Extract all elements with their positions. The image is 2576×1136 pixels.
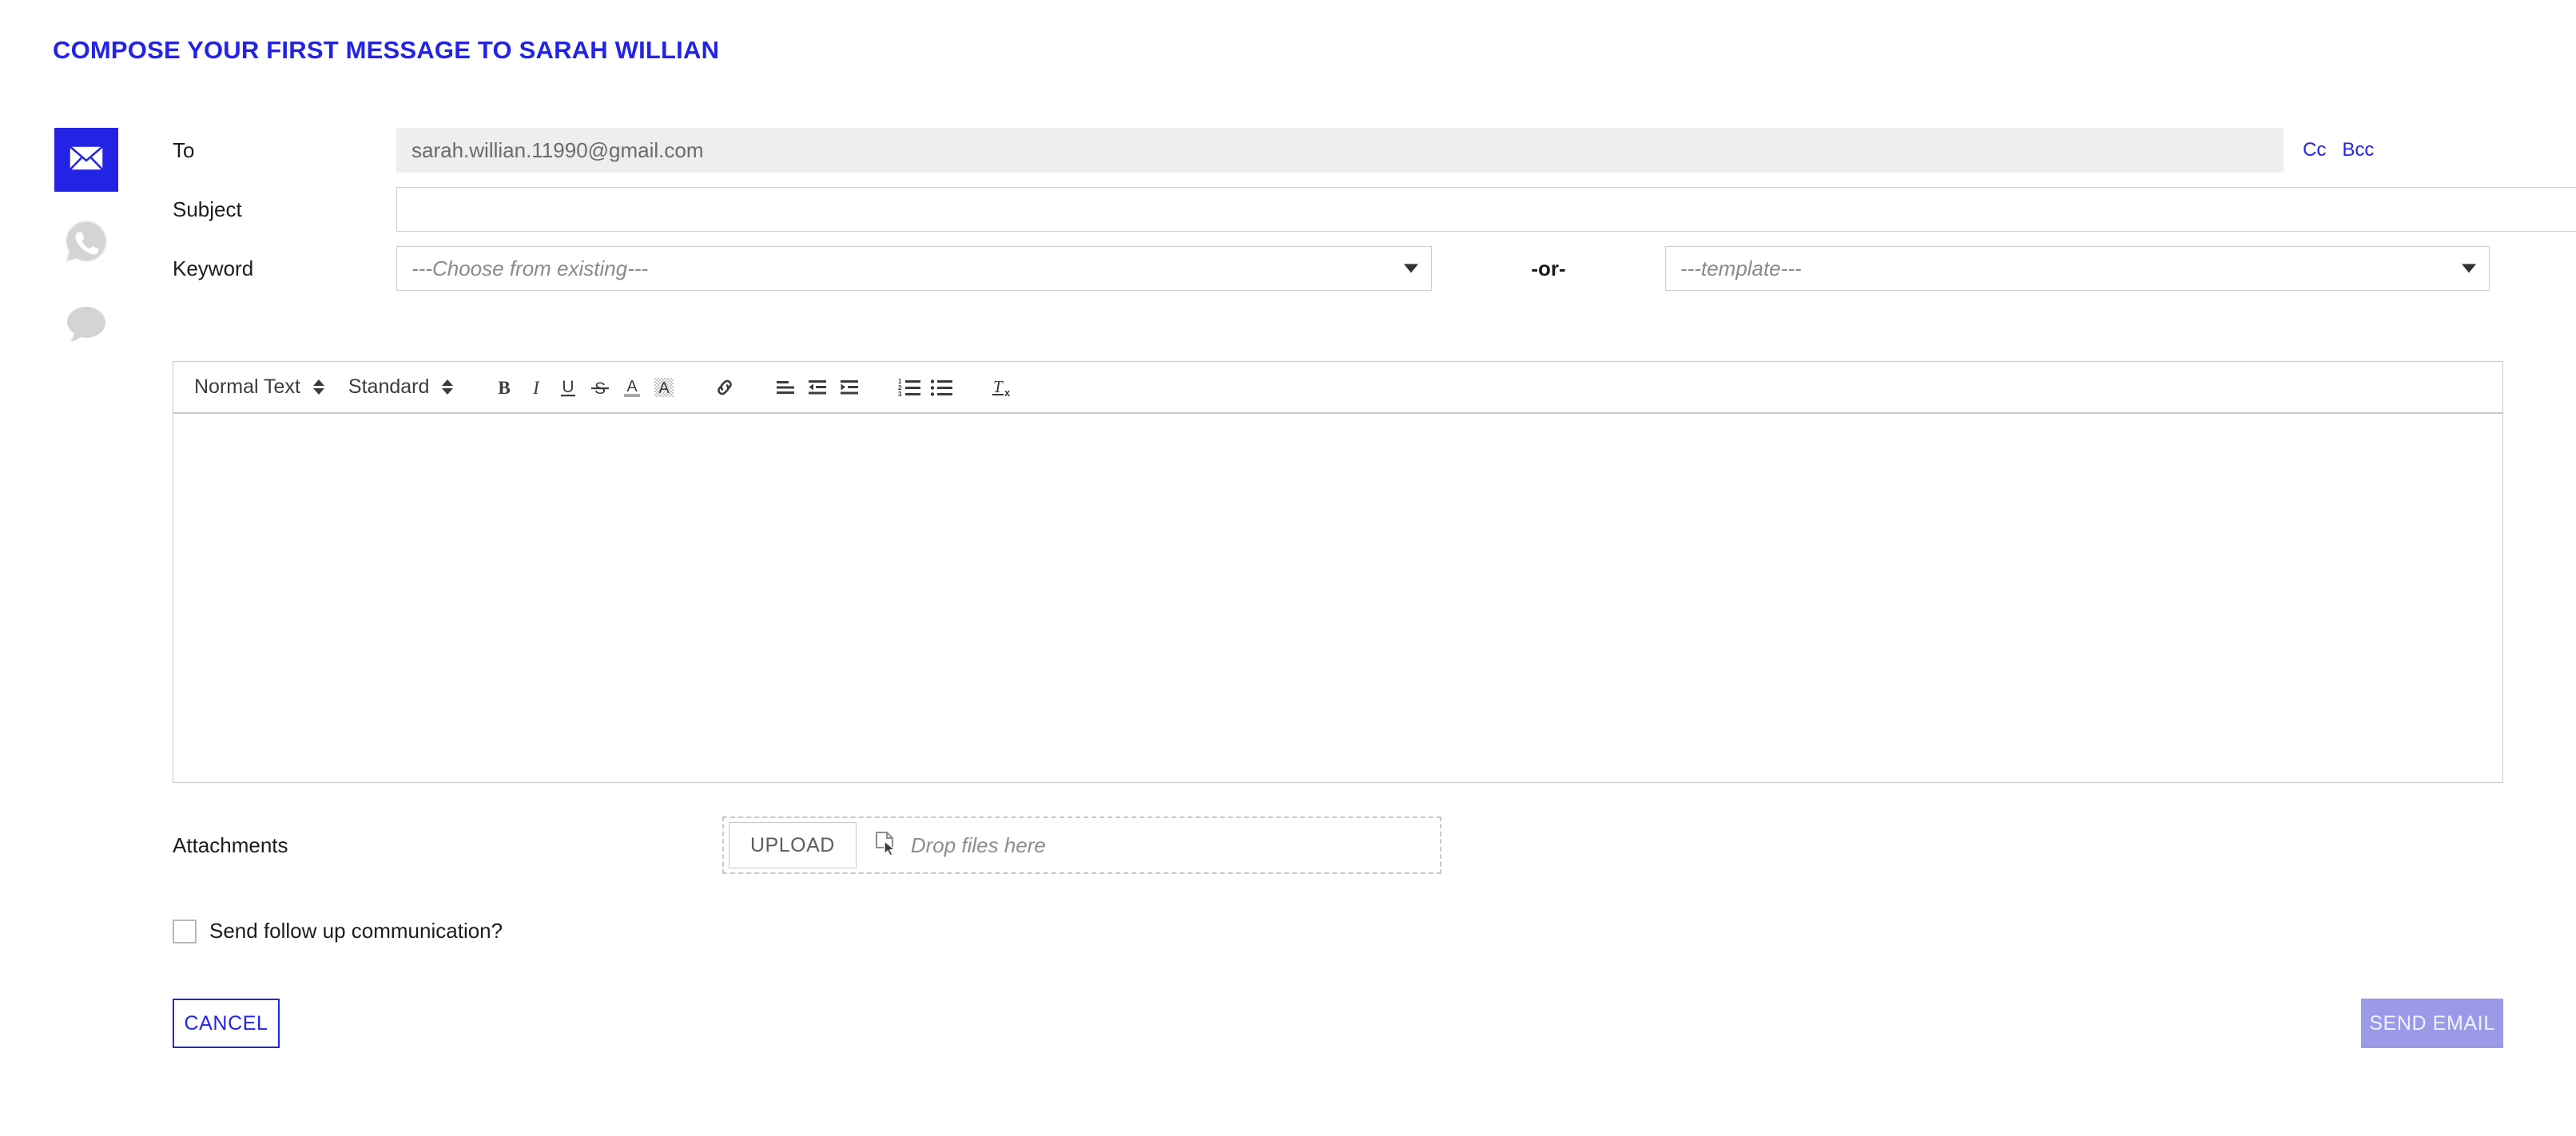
spinner-icon [442, 379, 454, 395]
text-style-select[interactable]: Normal Text [194, 375, 324, 399]
send-email-button[interactable]: SEND EMAIL [2361, 999, 2503, 1048]
keyword-select-value: ---Choose from existing--- [411, 256, 649, 280]
channel-item-sms[interactable] [54, 294, 118, 358]
keyword-row: Keyword ---Choose from existing--- -or- … [173, 246, 2503, 291]
chevron-down-icon [2462, 264, 2476, 273]
chat-bubble-icon [65, 304, 108, 349]
font-size-select-value: Standard [348, 375, 430, 398]
unordered-list-icon[interactable] [926, 370, 958, 405]
channel-item-whatsapp[interactable] [54, 211, 118, 275]
link-icon[interactable] [709, 370, 741, 405]
ordered-list-icon[interactable]: 1 2 3 [894, 370, 926, 405]
channel-item-email[interactable] [54, 128, 118, 192]
followup-label: Send follow up communication? [209, 919, 503, 943]
drop-hint-text: Drop files here [910, 832, 1046, 857]
align-icon[interactable] [769, 370, 801, 405]
chevron-down-icon [1404, 264, 1418, 273]
followup-checkbox-row[interactable]: Send follow up communication? [173, 919, 503, 943]
template-select[interactable]: ---template--- [1665, 246, 2490, 291]
underline-icon[interactable]: U [552, 370, 584, 405]
compose-form: To sarah.willian.11990@gmail.com Cc Bcc … [173, 128, 2576, 305]
compose-message-page: COMPOSE YOUR FIRST MESSAGE TO SARAH WILL… [0, 0, 2576, 1136]
svg-text:U: U [563, 378, 574, 396]
strikethrough-icon[interactable]: S [584, 370, 616, 405]
drop-hint: Drop files here [874, 831, 1046, 860]
indent-icon[interactable] [833, 370, 865, 405]
page-title: COMPOSE YOUR FIRST MESSAGE TO SARAH WILL… [53, 36, 720, 64]
svg-text:A: A [659, 379, 670, 397]
editor-toolbar: Normal Text Standard B I U S A A 1 2 3 T… [173, 361, 2503, 412]
editor-body[interactable] [173, 412, 2503, 783]
bcc-link[interactable]: Bcc [2342, 139, 2374, 161]
svg-text:3: 3 [898, 391, 902, 398]
clear-format-icon[interactable]: T x [987, 370, 1019, 405]
svg-text:x: x [1004, 387, 1011, 399]
text-style-select-value: Normal Text [194, 375, 300, 398]
keyword-label: Keyword [173, 256, 254, 280]
file-cursor-icon [874, 831, 898, 860]
upload-button[interactable]: UPLOAD [729, 822, 857, 868]
cancel-button[interactable]: CANCEL [173, 999, 280, 1048]
svg-text:A: A [627, 378, 638, 395]
svg-text:I: I [533, 378, 541, 398]
attachments-row: Attachments UPLOAD Drop files here [173, 816, 2503, 874]
italic-icon[interactable]: I [520, 370, 552, 405]
attachments-label: Attachments [173, 832, 288, 857]
text-color-icon[interactable]: A [616, 370, 648, 405]
to-row: To sarah.willian.11990@gmail.com Cc Bcc [173, 128, 2503, 173]
svg-text:T: T [993, 377, 1004, 396]
to-label: To [173, 138, 195, 162]
attachment-dropzone[interactable]: UPLOAD Drop files here [722, 816, 1441, 874]
keyword-select[interactable]: ---Choose from existing--- [396, 246, 1432, 291]
subject-row: Subject [173, 187, 2576, 232]
followup-checkbox[interactable] [173, 919, 197, 943]
bold-icon[interactable]: B [488, 370, 520, 405]
whatsapp-icon [63, 218, 109, 268]
channel-rail [54, 128, 118, 377]
subject-input[interactable] [396, 187, 2576, 232]
or-separator: -or- [1531, 256, 1566, 280]
envelope-icon [68, 144, 105, 176]
font-size-select[interactable]: Standard [348, 375, 454, 399]
spinner-icon [312, 379, 324, 395]
outdent-icon[interactable] [801, 370, 833, 405]
subject-label: Subject [173, 197, 242, 221]
template-select-value: ---template--- [1680, 256, 1802, 280]
svg-text:B: B [499, 378, 511, 398]
to-input[interactable]: sarah.willian.11990@gmail.com [396, 128, 2284, 173]
rich-text-editor: Normal Text Standard B I U S A A 1 2 3 T… [173, 361, 2503, 783]
highlight-color-icon[interactable]: A [648, 370, 680, 405]
cc-bcc-links: Cc Bcc [2303, 139, 2374, 161]
cc-link[interactable]: Cc [2303, 139, 2326, 161]
